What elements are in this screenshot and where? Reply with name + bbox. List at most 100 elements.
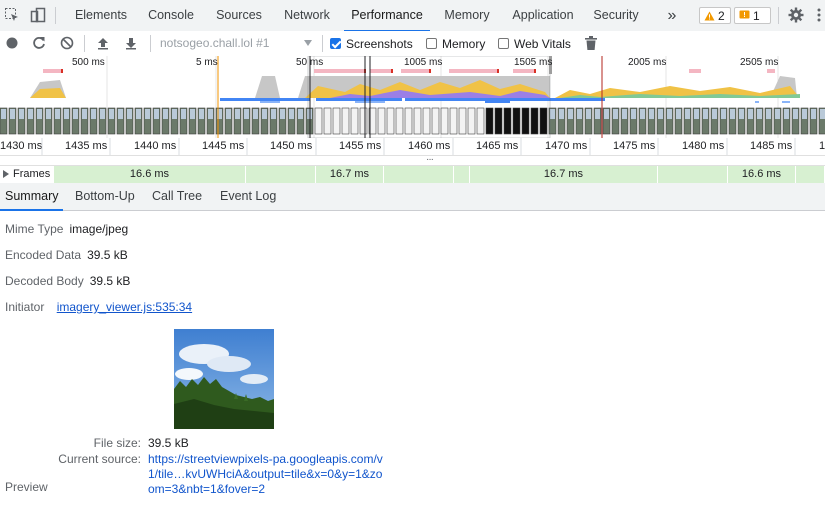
screenshot-sky — [721, 109, 726, 119]
overview-tick-label: 50 ms — [296, 57, 324, 68]
screenshot-frame[interactable] — [539, 107, 548, 135]
tab-sources[interactable]: Sources — [207, 0, 271, 31]
decoded-body-value: 39.5 kB — [89, 274, 131, 288]
screenshot-frame[interactable] — [341, 107, 350, 135]
web-vitals-checkbox[interactable]: Web Vitals — [498, 36, 571, 51]
current-source-link[interactable]: https://streetviewpixels-pa.googleapis.c… — [148, 452, 388, 497]
frames-track-header[interactable]: Frames — [0, 166, 54, 183]
screenshot-frame[interactable] — [476, 107, 485, 135]
image-preview[interactable] — [174, 329, 274, 429]
screenshot-sky — [46, 109, 51, 119]
ruler-grid — [41, 138, 796, 155]
screenshot-frame[interactable] — [449, 107, 458, 135]
overview-tick-label: 2005 ms — [628, 57, 667, 68]
screenshot-frame[interactable] — [314, 107, 323, 135]
screenshot-frame[interactable] — [404, 107, 413, 135]
preview-thumbnail — [174, 329, 274, 429]
screenshot-frame[interactable] — [440, 107, 449, 135]
tab-network[interactable]: Network — [275, 0, 339, 31]
warnings-count: 2 — [718, 8, 725, 23]
mime-type-value: image/jpeg — [69, 222, 129, 236]
more-options-icon[interactable] — [810, 6, 825, 24]
screenshot-frame[interactable] — [521, 107, 530, 135]
performance-toolbar: notsogeo.chall.lol #1 Screenshots Memory… — [0, 31, 825, 57]
screenshot-frame[interactable] — [350, 107, 359, 135]
tab-memory[interactable]: Memory — [436, 0, 498, 31]
issues-badge[interactable]: 1 — [734, 7, 771, 24]
garbage-collect-icon[interactable] — [582, 34, 600, 52]
screenshot-sky — [73, 109, 78, 119]
inspect-element-icon[interactable] — [3, 6, 21, 24]
load-profile-icon[interactable] — [94, 34, 112, 52]
screenshot-sky — [676, 109, 681, 119]
screenshot-frame[interactable] — [467, 107, 476, 135]
frame-block[interactable] — [454, 166, 470, 183]
more-tabs-button[interactable]: » — [661, 0, 683, 31]
tab-call-tree[interactable]: Call Tree — [147, 183, 207, 210]
overview-tick-label: 500 ms — [72, 57, 105, 68]
web-vitals-checkbox-box[interactable] — [498, 38, 509, 49]
screenshot-frame[interactable] — [377, 107, 386, 135]
memory-checkbox-box[interactable] — [426, 38, 437, 49]
save-profile-icon[interactable] — [122, 34, 140, 52]
screenshot-sky — [739, 109, 744, 119]
record-icon[interactable] — [3, 34, 21, 52]
screenshot-frame[interactable] — [395, 107, 404, 135]
screenshots-checkbox[interactable]: Screenshots — [330, 36, 413, 51]
overview-graph — [0, 56, 825, 138]
screenshot-sky — [550, 109, 555, 119]
device-toolbar-icon[interactable] — [29, 6, 47, 24]
screenshot-frame[interactable] — [512, 107, 521, 135]
clear-icon[interactable] — [58, 34, 76, 52]
overview-tick-label: 5 ms — [196, 57, 218, 68]
tab-application[interactable]: Application — [503, 0, 583, 31]
tab-performance[interactable]: Performance — [344, 0, 430, 32]
initiator-link[interactable]: imagery_viewer.js:535:34 — [57, 300, 192, 314]
screenshot-frame[interactable] — [422, 107, 431, 135]
screenshot-frame[interactable] — [494, 107, 503, 135]
screenshot-sky — [136, 109, 141, 119]
frame-block[interactable]: 16.7 ms — [470, 166, 658, 183]
settings-gear-icon[interactable] — [787, 6, 805, 24]
screenshot-frame[interactable] — [503, 107, 512, 135]
frame-block[interactable]: 16.6 ms — [728, 166, 796, 183]
screenshot-sky — [109, 109, 114, 119]
screenshot-frame[interactable] — [323, 107, 332, 135]
screenshot-sky — [667, 109, 672, 119]
recording-select[interactable]: notsogeo.chall.lol #1 — [160, 36, 316, 51]
tab-summary[interactable]: Summary — [0, 183, 64, 211]
screenshot-sky — [271, 109, 276, 119]
screenshot-frame[interactable] — [530, 107, 539, 135]
frame-block[interactable]: 16.7 ms — [316, 166, 384, 183]
screenshot-frame[interactable] — [485, 107, 494, 135]
screenshot-frame[interactable] — [386, 107, 395, 135]
expand-triangle-icon[interactable] — [3, 170, 9, 178]
screenshot-frame[interactable] — [359, 107, 368, 135]
toolbar-divider — [778, 7, 779, 24]
frame-block[interactable]: 16.6 ms — [54, 166, 246, 183]
warnings-badge[interactable]: 2 — [699, 7, 731, 24]
frame-block[interactable] — [796, 166, 825, 183]
tab-security[interactable]: Security — [587, 0, 645, 31]
screenshot-sky — [793, 109, 798, 119]
tab-console[interactable]: Console — [140, 0, 202, 31]
tab-bottom-up[interactable]: Bottom-Up — [70, 183, 140, 210]
encoded-data-value: 39.5 kB — [87, 248, 128, 262]
screenshots-checkbox-box[interactable] — [330, 38, 341, 49]
frame-block[interactable] — [246, 166, 316, 183]
screenshot-sky — [685, 109, 690, 119]
timeline-overview[interactable]: 500 ms 5 ms 50 ms 1005 ms 1505 ms 2005 m… — [0, 56, 825, 139]
tab-event-log[interactable]: Event Log — [215, 183, 281, 210]
resize-handle-icon[interactable]: ··· — [426, 154, 434, 165]
memory-checkbox[interactable]: Memory — [426, 36, 485, 51]
tab-elements[interactable]: Elements — [66, 0, 136, 31]
frame-block[interactable] — [658, 166, 728, 183]
screenshot-frame[interactable] — [458, 107, 467, 135]
screenshot-frame[interactable] — [332, 107, 341, 135]
screenshot-frame[interactable] — [413, 107, 422, 135]
frame-block[interactable] — [384, 166, 454, 183]
reload-record-icon[interactable] — [30, 34, 48, 52]
details-tab-bar: Summary Bottom-Up Call Tree Event Log — [0, 183, 825, 211]
screenshot-frame[interactable] — [431, 107, 440, 135]
overview-tick-label: 2505 ms — [740, 57, 779, 68]
